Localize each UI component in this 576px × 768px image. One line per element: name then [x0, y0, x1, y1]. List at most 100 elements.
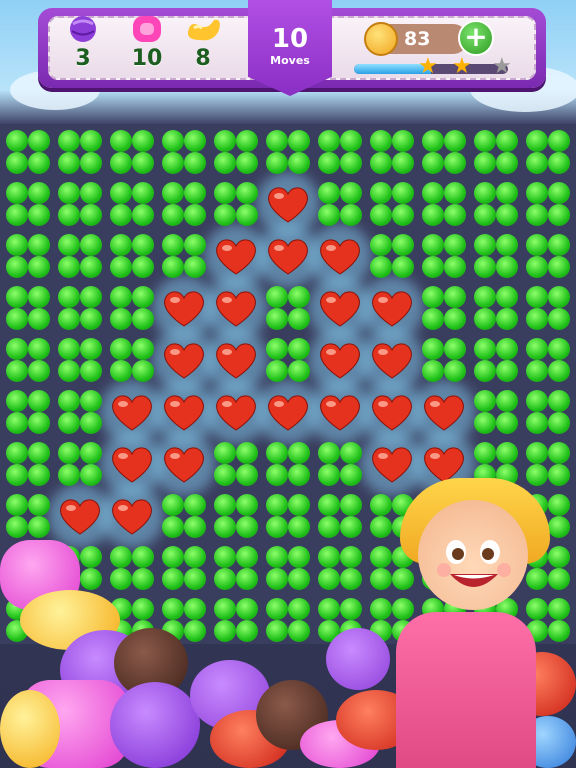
clover-tile[interactable] — [262, 594, 314, 646]
clover-tile[interactable] — [210, 542, 262, 594]
clover-tile[interactable] — [470, 334, 522, 386]
clover-tile[interactable] — [210, 594, 262, 646]
clover-tile[interactable] — [106, 282, 158, 334]
clover-tile[interactable] — [522, 282, 574, 334]
clover-tile[interactable] — [418, 230, 470, 282]
clover-tile[interactable] — [106, 542, 158, 594]
clover-leaf — [162, 182, 184, 204]
heart-tile[interactable] — [314, 282, 366, 334]
clover-tile[interactable] — [54, 334, 106, 386]
clover-tile[interactable] — [2, 178, 54, 230]
clover-leaf — [370, 182, 392, 204]
heart-tile[interactable] — [210, 386, 262, 438]
clover-tile[interactable] — [522, 178, 574, 230]
clover-tile[interactable] — [418, 126, 470, 178]
clover-leaf — [236, 620, 258, 642]
clover-tile[interactable] — [106, 126, 158, 178]
clover-tile[interactable] — [158, 230, 210, 282]
heart-tile[interactable] — [418, 386, 470, 438]
heart-tile[interactable] — [158, 282, 210, 334]
clover-tile[interactable] — [262, 490, 314, 542]
heart-tile[interactable] — [366, 438, 418, 490]
clover-tile[interactable] — [470, 282, 522, 334]
clover-tile[interactable] — [418, 282, 470, 334]
clover-tile[interactable] — [54, 126, 106, 178]
clover-tile[interactable] — [106, 334, 158, 386]
clover-tile[interactable] — [106, 178, 158, 230]
heart-tile[interactable] — [262, 386, 314, 438]
clover-tile[interactable] — [522, 386, 574, 438]
clover-tile[interactable] — [106, 230, 158, 282]
clover-tile[interactable] — [418, 334, 470, 386]
clover-tile[interactable] — [158, 542, 210, 594]
heart-tile[interactable] — [158, 334, 210, 386]
clover-tile[interactable] — [210, 490, 262, 542]
clover-tile[interactable] — [262, 126, 314, 178]
clover-tile[interactable] — [2, 230, 54, 282]
clover-tile[interactable] — [54, 178, 106, 230]
heart-tile[interactable] — [210, 230, 262, 282]
clover-tile[interactable] — [2, 334, 54, 386]
clover-tile[interactable] — [522, 438, 574, 490]
clover-leaf — [370, 204, 392, 226]
clover-tile[interactable] — [366, 126, 418, 178]
clover-tile[interactable] — [2, 126, 54, 178]
clover-tile[interactable] — [522, 230, 574, 282]
clover-tile[interactable] — [314, 490, 366, 542]
clover-tile[interactable] — [2, 438, 54, 490]
clover-leaf — [266, 464, 288, 486]
clover-tile[interactable] — [54, 282, 106, 334]
clover-tile[interactable] — [158, 178, 210, 230]
clover-tile[interactable] — [54, 386, 106, 438]
clover-tile[interactable] — [366, 230, 418, 282]
clover-tile[interactable] — [470, 178, 522, 230]
heart-tile[interactable] — [158, 438, 210, 490]
heart-tile[interactable] — [314, 334, 366, 386]
heart-tile[interactable] — [262, 230, 314, 282]
clover-tile[interactable] — [314, 542, 366, 594]
clover-tile[interactable] — [2, 282, 54, 334]
heart-tile[interactable] — [106, 438, 158, 490]
clover-leaf — [28, 286, 50, 308]
clover-tile[interactable] — [470, 386, 522, 438]
clover-tile[interactable] — [418, 178, 470, 230]
heart-tile[interactable] — [158, 386, 210, 438]
clover-tile[interactable] — [158, 126, 210, 178]
clover-tile[interactable] — [158, 490, 210, 542]
clover-leaf — [548, 464, 570, 486]
heart-tile[interactable] — [210, 282, 262, 334]
heart-tile[interactable] — [366, 386, 418, 438]
goal-count: 8 — [195, 46, 211, 71]
add-coins-button[interactable]: + — [458, 20, 494, 56]
heart-tile[interactable] — [54, 490, 106, 542]
clover-leaf — [496, 182, 518, 204]
heart-tile[interactable] — [314, 386, 366, 438]
heart-tile[interactable] — [210, 334, 262, 386]
clover-tile[interactable] — [210, 178, 262, 230]
clover-tile[interactable] — [262, 542, 314, 594]
clover-tile[interactable] — [262, 438, 314, 490]
clover-tile[interactable] — [210, 438, 262, 490]
clover-tile[interactable] — [262, 334, 314, 386]
clover-tile[interactable] — [522, 334, 574, 386]
heart-tile[interactable] — [106, 386, 158, 438]
heart-tile[interactable] — [366, 282, 418, 334]
clover-leaf — [132, 360, 154, 382]
clover-tile[interactable] — [366, 178, 418, 230]
clover-tile[interactable] — [54, 230, 106, 282]
heart-tile[interactable] — [106, 490, 158, 542]
clover-tile[interactable] — [314, 438, 366, 490]
clover-tile[interactable] — [2, 386, 54, 438]
clover-tile[interactable] — [470, 126, 522, 178]
clover-tile[interactable] — [2, 490, 54, 542]
clover-tile[interactable] — [54, 438, 106, 490]
heart-tile[interactable] — [366, 334, 418, 386]
heart-tile[interactable] — [314, 230, 366, 282]
clover-tile[interactable] — [314, 178, 366, 230]
clover-tile[interactable] — [522, 126, 574, 178]
clover-tile[interactable] — [262, 282, 314, 334]
clover-tile[interactable] — [470, 230, 522, 282]
heart-tile[interactable] — [262, 178, 314, 230]
clover-tile[interactable] — [210, 126, 262, 178]
clover-tile[interactable] — [314, 126, 366, 178]
